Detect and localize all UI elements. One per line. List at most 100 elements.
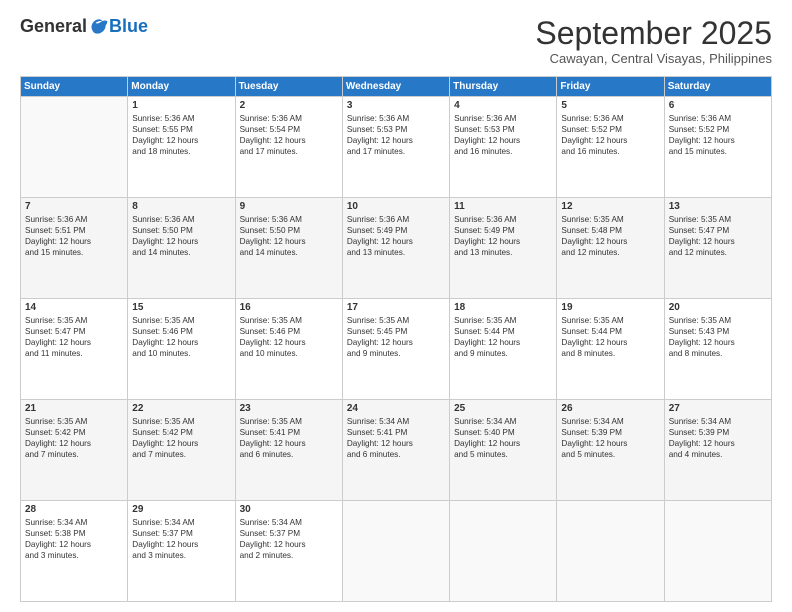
day-info: Sunrise: 5:35 AM Sunset: 5:47 PM Dayligh… xyxy=(25,315,123,359)
col-header-thursday: Thursday xyxy=(450,77,557,97)
calendar-table: SundayMondayTuesdayWednesdayThursdayFrid… xyxy=(20,76,772,602)
day-number: 27 xyxy=(669,403,767,414)
calendar-cell: 30 Sunrise: 5:34 AM Sunset: 5:37 PM Dayli… xyxy=(235,501,342,602)
day-info: Sunrise: 5:34 AM Sunset: 5:38 PM Dayligh… xyxy=(25,517,123,561)
header: General Blue September 2025 Cawayan, Cen… xyxy=(20,16,772,66)
day-info: Sunrise: 5:35 AM Sunset: 5:44 PM Dayligh… xyxy=(454,315,552,359)
calendar-cell xyxy=(557,501,664,602)
day-info: Sunrise: 5:35 AM Sunset: 5:43 PM Dayligh… xyxy=(669,315,767,359)
calendar-cell: 16Sunrise: 5:35 AM Sunset: 5:46 PM Dayli… xyxy=(235,299,342,400)
calendar-cell: 21 Sunrise: 5:35 AM Sunset: 5:42 PM Dayli… xyxy=(21,400,128,501)
calendar-cell: 1 Sunrise: 5:36 AM Sunset: 5:55 PM Daylig… xyxy=(128,97,235,198)
day-number: 21 xyxy=(25,403,123,414)
calendar-cell: 24 Sunrise: 5:34 AM Sunset: 5:41 PM Dayli… xyxy=(342,400,449,501)
col-header-wednesday: Wednesday xyxy=(342,77,449,97)
logo-general: General xyxy=(20,16,87,37)
day-number: 12 xyxy=(561,201,659,212)
day-info: Sunrise: 5:34 AM Sunset: 5:40 PM Dayligh… xyxy=(454,416,552,460)
day-number: 14 xyxy=(25,302,123,313)
calendar-header-row: SundayMondayTuesdayWednesdayThursdayFrid… xyxy=(21,77,772,97)
day-info: Sunrise: 5:34 AM Sunset: 5:41 PM Dayligh… xyxy=(347,416,445,460)
calendar-cell: 11 Sunrise: 5:36 AM Sunset: 5:49 PM Dayli… xyxy=(450,198,557,299)
col-header-friday: Friday xyxy=(557,77,664,97)
day-info: Sunrise: 5:36 AM Sunset: 5:51 PM Dayligh… xyxy=(25,214,123,258)
logo-text: General Blue xyxy=(20,16,148,37)
calendar-cell: 13 Sunrise: 5:35 AM Sunset: 5:47 PM Dayli… xyxy=(664,198,771,299)
day-info: Sunrise: 5:36 AM Sunset: 5:54 PM Dayligh… xyxy=(240,113,338,157)
day-number: 28 xyxy=(25,504,123,515)
day-info: Sunrise: 5:36 AM Sunset: 5:49 PM Dayligh… xyxy=(454,214,552,258)
day-number: 19 xyxy=(561,302,659,313)
week-row-2: 7 Sunrise: 5:36 AM Sunset: 5:51 PM Daylig… xyxy=(21,198,772,299)
calendar-cell: 22 Sunrise: 5:35 AM Sunset: 5:42 PM Dayli… xyxy=(128,400,235,501)
calendar-cell: 9Sunrise: 5:36 AM Sunset: 5:50 PM Daylig… xyxy=(235,198,342,299)
col-header-sunday: Sunday xyxy=(21,77,128,97)
calendar-cell: 19Sunrise: 5:35 AM Sunset: 5:44 PM Dayli… xyxy=(557,299,664,400)
day-number: 11 xyxy=(454,201,552,212)
day-info: Sunrise: 5:34 AM Sunset: 5:39 PM Dayligh… xyxy=(669,416,767,460)
day-number: 30 xyxy=(240,504,338,515)
day-info: Sunrise: 5:36 AM Sunset: 5:52 PM Dayligh… xyxy=(561,113,659,157)
calendar-cell xyxy=(342,501,449,602)
logo-bird-icon xyxy=(89,18,109,36)
day-info: Sunrise: 5:35 AM Sunset: 5:47 PM Dayligh… xyxy=(669,214,767,258)
day-info: Sunrise: 5:36 AM Sunset: 5:49 PM Dayligh… xyxy=(347,214,445,258)
col-header-monday: Monday xyxy=(128,77,235,97)
day-number: 17 xyxy=(347,302,445,313)
calendar-cell: 26Sunrise: 5:34 AM Sunset: 5:39 PM Dayli… xyxy=(557,400,664,501)
week-row-4: 21 Sunrise: 5:35 AM Sunset: 5:42 PM Dayli… xyxy=(21,400,772,501)
day-info: Sunrise: 5:35 AM Sunset: 5:46 PM Dayligh… xyxy=(240,315,338,359)
week-row-3: 14 Sunrise: 5:35 AM Sunset: 5:47 PM Dayli… xyxy=(21,299,772,400)
week-row-5: 28 Sunrise: 5:34 AM Sunset: 5:38 PM Dayli… xyxy=(21,501,772,602)
calendar-cell: 17 Sunrise: 5:35 AM Sunset: 5:45 PM Dayli… xyxy=(342,299,449,400)
day-info: Sunrise: 5:34 AM Sunset: 5:37 PM Dayligh… xyxy=(132,517,230,561)
day-number: 8 xyxy=(132,201,230,212)
page: General Blue September 2025 Cawayan, Cen… xyxy=(0,0,792,612)
day-number: 20 xyxy=(669,302,767,313)
month-title: September 2025 xyxy=(535,16,772,51)
calendar-cell: 12 Sunrise: 5:35 AM Sunset: 5:48 PM Dayli… xyxy=(557,198,664,299)
day-info: Sunrise: 5:36 AM Sunset: 5:53 PM Dayligh… xyxy=(347,113,445,157)
day-info: Sunrise: 5:35 AM Sunset: 5:41 PM Dayligh… xyxy=(240,416,338,460)
calendar-cell: 3Sunrise: 5:36 AM Sunset: 5:53 PM Daylig… xyxy=(342,97,449,198)
day-info: Sunrise: 5:35 AM Sunset: 5:48 PM Dayligh… xyxy=(561,214,659,258)
day-info: Sunrise: 5:34 AM Sunset: 5:39 PM Dayligh… xyxy=(561,416,659,460)
calendar-cell xyxy=(664,501,771,602)
day-info: Sunrise: 5:36 AM Sunset: 5:50 PM Dayligh… xyxy=(132,214,230,258)
col-header-saturday: Saturday xyxy=(664,77,771,97)
day-info: Sunrise: 5:35 AM Sunset: 5:45 PM Dayligh… xyxy=(347,315,445,359)
calendar-cell: 7 Sunrise: 5:36 AM Sunset: 5:51 PM Daylig… xyxy=(21,198,128,299)
day-number: 13 xyxy=(669,201,767,212)
day-number: 22 xyxy=(132,403,230,414)
day-number: 24 xyxy=(347,403,445,414)
calendar-cell: 25Sunrise: 5:34 AM Sunset: 5:40 PM Dayli… xyxy=(450,400,557,501)
calendar-cell: 18Sunrise: 5:35 AM Sunset: 5:44 PM Dayli… xyxy=(450,299,557,400)
day-info: Sunrise: 5:34 AM Sunset: 5:37 PM Dayligh… xyxy=(240,517,338,561)
day-info: Sunrise: 5:35 AM Sunset: 5:42 PM Dayligh… xyxy=(132,416,230,460)
day-number: 7 xyxy=(25,201,123,212)
calendar-cell: 8 Sunrise: 5:36 AM Sunset: 5:50 PM Daylig… xyxy=(128,198,235,299)
day-info: Sunrise: 5:35 AM Sunset: 5:42 PM Dayligh… xyxy=(25,416,123,460)
calendar-cell: 4Sunrise: 5:36 AM Sunset: 5:53 PM Daylig… xyxy=(450,97,557,198)
calendar-cell: 29Sunrise: 5:34 AM Sunset: 5:37 PM Dayli… xyxy=(128,501,235,602)
calendar-cell: 10Sunrise: 5:36 AM Sunset: 5:49 PM Dayli… xyxy=(342,198,449,299)
calendar-cell: 5Sunrise: 5:36 AM Sunset: 5:52 PM Daylig… xyxy=(557,97,664,198)
day-number: 23 xyxy=(240,403,338,414)
day-number: 15 xyxy=(132,302,230,313)
calendar-cell xyxy=(21,97,128,198)
calendar-cell: 6Sunrise: 5:36 AM Sunset: 5:52 PM Daylig… xyxy=(664,97,771,198)
day-number: 9 xyxy=(240,201,338,212)
col-header-tuesday: Tuesday xyxy=(235,77,342,97)
location: Cawayan, Central Visayas, Philippines xyxy=(535,51,772,66)
logo-blue: Blue xyxy=(109,16,148,37)
calendar-cell: 20 Sunrise: 5:35 AM Sunset: 5:43 PM Dayli… xyxy=(664,299,771,400)
week-row-1: 1 Sunrise: 5:36 AM Sunset: 5:55 PM Daylig… xyxy=(21,97,772,198)
calendar-cell: 2 Sunrise: 5:36 AM Sunset: 5:54 PM Daylig… xyxy=(235,97,342,198)
day-info: Sunrise: 5:36 AM Sunset: 5:52 PM Dayligh… xyxy=(669,113,767,157)
calendar-cell: 15Sunrise: 5:35 AM Sunset: 5:46 PM Dayli… xyxy=(128,299,235,400)
calendar-cell xyxy=(450,501,557,602)
day-number: 1 xyxy=(132,100,230,111)
day-info: Sunrise: 5:36 AM Sunset: 5:55 PM Dayligh… xyxy=(132,113,230,157)
day-number: 2 xyxy=(240,100,338,111)
day-info: Sunrise: 5:36 AM Sunset: 5:53 PM Dayligh… xyxy=(454,113,552,157)
